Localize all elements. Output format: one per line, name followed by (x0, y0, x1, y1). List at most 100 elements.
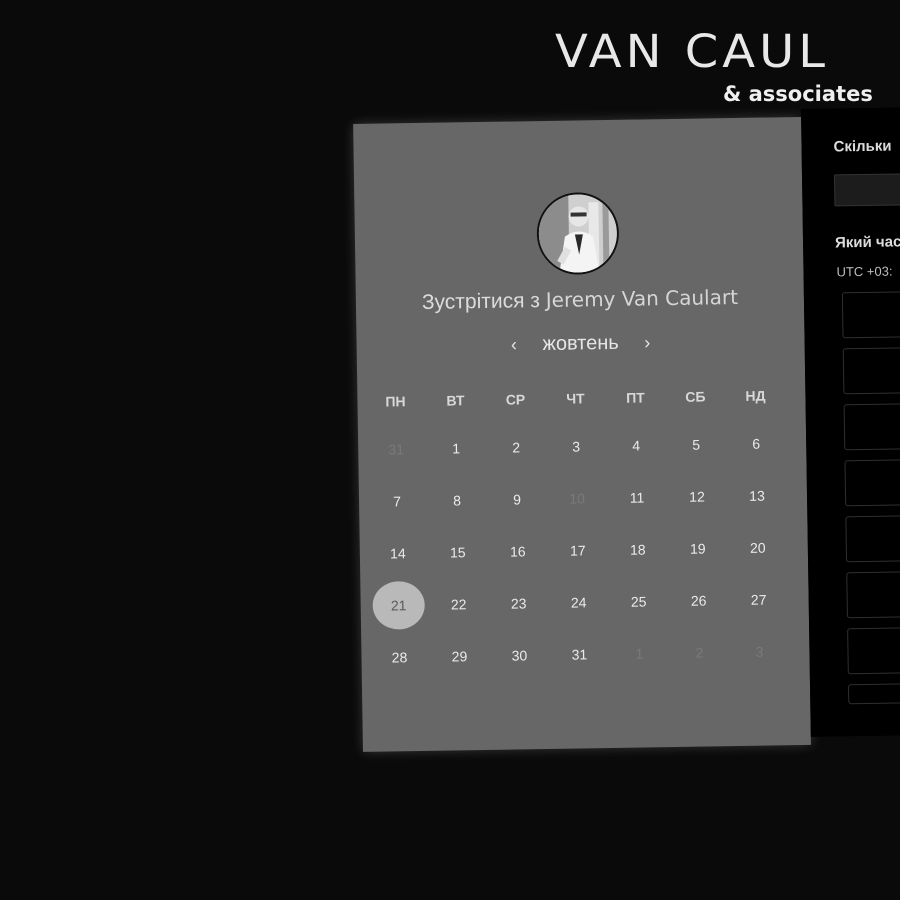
calendar-day: 31 (366, 423, 427, 476)
duration-select[interactable] (833, 172, 900, 207)
calendar-day[interactable]: 27 (728, 573, 789, 626)
calendar-day[interactable]: 3 (546, 420, 607, 473)
calendar-day-number: 31 (571, 646, 588, 663)
calendar-day-number: 29 (451, 648, 468, 665)
calendar-day[interactable]: 28 (369, 631, 430, 684)
calendar-day[interactable]: 7 (367, 475, 428, 528)
weekday-label: ЧТ (566, 390, 585, 407)
calendar-day-number: 4 (632, 437, 641, 454)
calendar-day-number: 24 (570, 594, 587, 611)
calendar-day[interactable]: 16 (487, 525, 548, 578)
time-slot-button[interactable] (844, 458, 900, 507)
calendar-grid: 31 1 2 3 4 5 6 7 8 9 10 11 12 13 14 15 16 17 18 19 20 21 22 23 2… (366, 417, 790, 684)
time-slot-button[interactable] (841, 290, 900, 339)
calendar-day-number: 6 (752, 435, 761, 452)
calendar-day-number: 3 (572, 438, 581, 455)
time-slot-button[interactable] (847, 626, 900, 675)
calendar-day-number: 12 (689, 488, 705, 505)
brand-subtitle: & associates (723, 82, 873, 106)
calendar-day[interactable]: 2 (486, 421, 547, 474)
calendar-day-number: 2 (512, 439, 521, 456)
calendar-day[interactable]: 8 (427, 474, 488, 527)
calendar-day[interactable]: 24 (548, 576, 609, 629)
calendar-day[interactable]: 17 (547, 524, 608, 577)
calendar-day: 2 (669, 626, 730, 679)
weekday-label: СР (505, 391, 526, 408)
time-slot-button[interactable] (845, 514, 900, 563)
calendar-day-number: 22 (450, 596, 467, 613)
calendar-day-number: 28 (391, 649, 408, 666)
calendar-day[interactable]: 15 (427, 526, 488, 579)
calendar-day[interactable]: 29 (429, 630, 490, 683)
calendar-day[interactable]: 22 (428, 578, 489, 631)
host-avatar (536, 191, 620, 276)
calendar-day-number: 9 (513, 491, 522, 508)
calendar-day-number: 21 (390, 597, 407, 614)
time-slot-button[interactable] (846, 570, 900, 619)
calendar-day-number: 17 (569, 542, 586, 559)
weekday-header: ПН ВТ СР ЧТ ПТ СБ НД (365, 387, 785, 410)
calendar-day[interactable]: 4 (606, 419, 667, 472)
time-slot-button[interactable] (847, 682, 900, 705)
calendar-day[interactable]: 30 (489, 629, 550, 682)
calendar-card: Зустрітися з Jeremy Van Caulart ‹ жовтен… (353, 116, 811, 752)
weekday-label: ПН (385, 393, 406, 410)
calendar-day-number: 20 (749, 539, 766, 556)
weekday-label: ВТ (446, 392, 465, 409)
calendar-day-number: 19 (689, 540, 706, 557)
calendar-day[interactable]: 26 (668, 574, 729, 627)
calendar-day[interactable]: 13 (727, 469, 788, 522)
calendar-day: 10 (547, 472, 608, 525)
time-slot-button[interactable] (842, 346, 900, 395)
calendar-day[interactable]: 6 (726, 417, 787, 470)
calendar-day-selected[interactable]: 21 (368, 579, 429, 632)
calendar-day-number: 8 (453, 492, 462, 509)
calendar-day-number: 5 (692, 436, 701, 453)
calendar-day: 1 (609, 627, 670, 680)
calendar-day-number: 18 (629, 541, 646, 558)
calendar-day-number: 23 (510, 595, 527, 612)
calendar-day-number: 27 (750, 591, 767, 608)
calendar-day-number: 7 (393, 493, 402, 510)
timezone-label: UTC +03: (836, 263, 893, 280)
calendar-day[interactable]: 18 (607, 523, 668, 576)
calendar-day[interactable]: 31 (549, 628, 610, 681)
calendar-day-number: 1 (452, 440, 461, 457)
calendar-day: 3 (729, 625, 790, 678)
brand-title: VAN CAUL (555, 25, 829, 79)
brand-logo: VAN CAUL & associates (555, 18, 900, 118)
calendar-day-number: 30 (511, 647, 528, 664)
calendar-day[interactable]: 20 (727, 521, 788, 574)
time-question: Який час (834, 233, 900, 252)
calendar-day-number: 26 (690, 592, 707, 609)
calendar-day[interactable]: 9 (487, 473, 548, 526)
current-month: жовтень (542, 331, 619, 356)
calendar-day[interactable]: 11 (607, 471, 668, 524)
booking-widget: Зустрітися з Jeremy Van Caulart ‹ жовтен… (353, 105, 900, 752)
calendar-day-number: 10 (569, 490, 585, 507)
calendar-day-number: 15 (449, 544, 466, 561)
meeting-title-prefix: Зустрітися з (421, 289, 541, 314)
time-selection-panel: Скільки Який час UTC +03: (800, 105, 900, 737)
calendar-day-number: 31 (388, 441, 405, 458)
weekday-label: ПТ (626, 389, 645, 406)
next-month-icon[interactable]: › (636, 332, 658, 353)
calendar-day[interactable]: 14 (367, 527, 428, 580)
calendar-day-number: 13 (749, 487, 765, 504)
calendar-day[interactable]: 25 (608, 575, 669, 628)
time-slot-button[interactable] (843, 402, 900, 451)
duration-question: Скільки (833, 137, 892, 156)
calendar-day-number: 1 (635, 645, 644, 662)
calendar-day[interactable]: 12 (667, 470, 728, 523)
calendar-day-number: 3 (755, 643, 764, 660)
calendar-day[interactable]: 23 (488, 577, 549, 630)
calendar-day-number: 25 (630, 593, 647, 610)
calendar-day-number: 14 (389, 545, 406, 562)
host-name: Jeremy Van Caulart (545, 284, 739, 312)
calendar-day[interactable]: 5 (666, 418, 727, 471)
calendar-day[interactable]: 1 (426, 422, 487, 475)
weekday-label: НД (745, 387, 766, 404)
calendar-day-number: 16 (509, 543, 526, 560)
calendar-day[interactable]: 19 (667, 522, 728, 575)
prev-month-icon[interactable]: ‹ (503, 334, 525, 355)
